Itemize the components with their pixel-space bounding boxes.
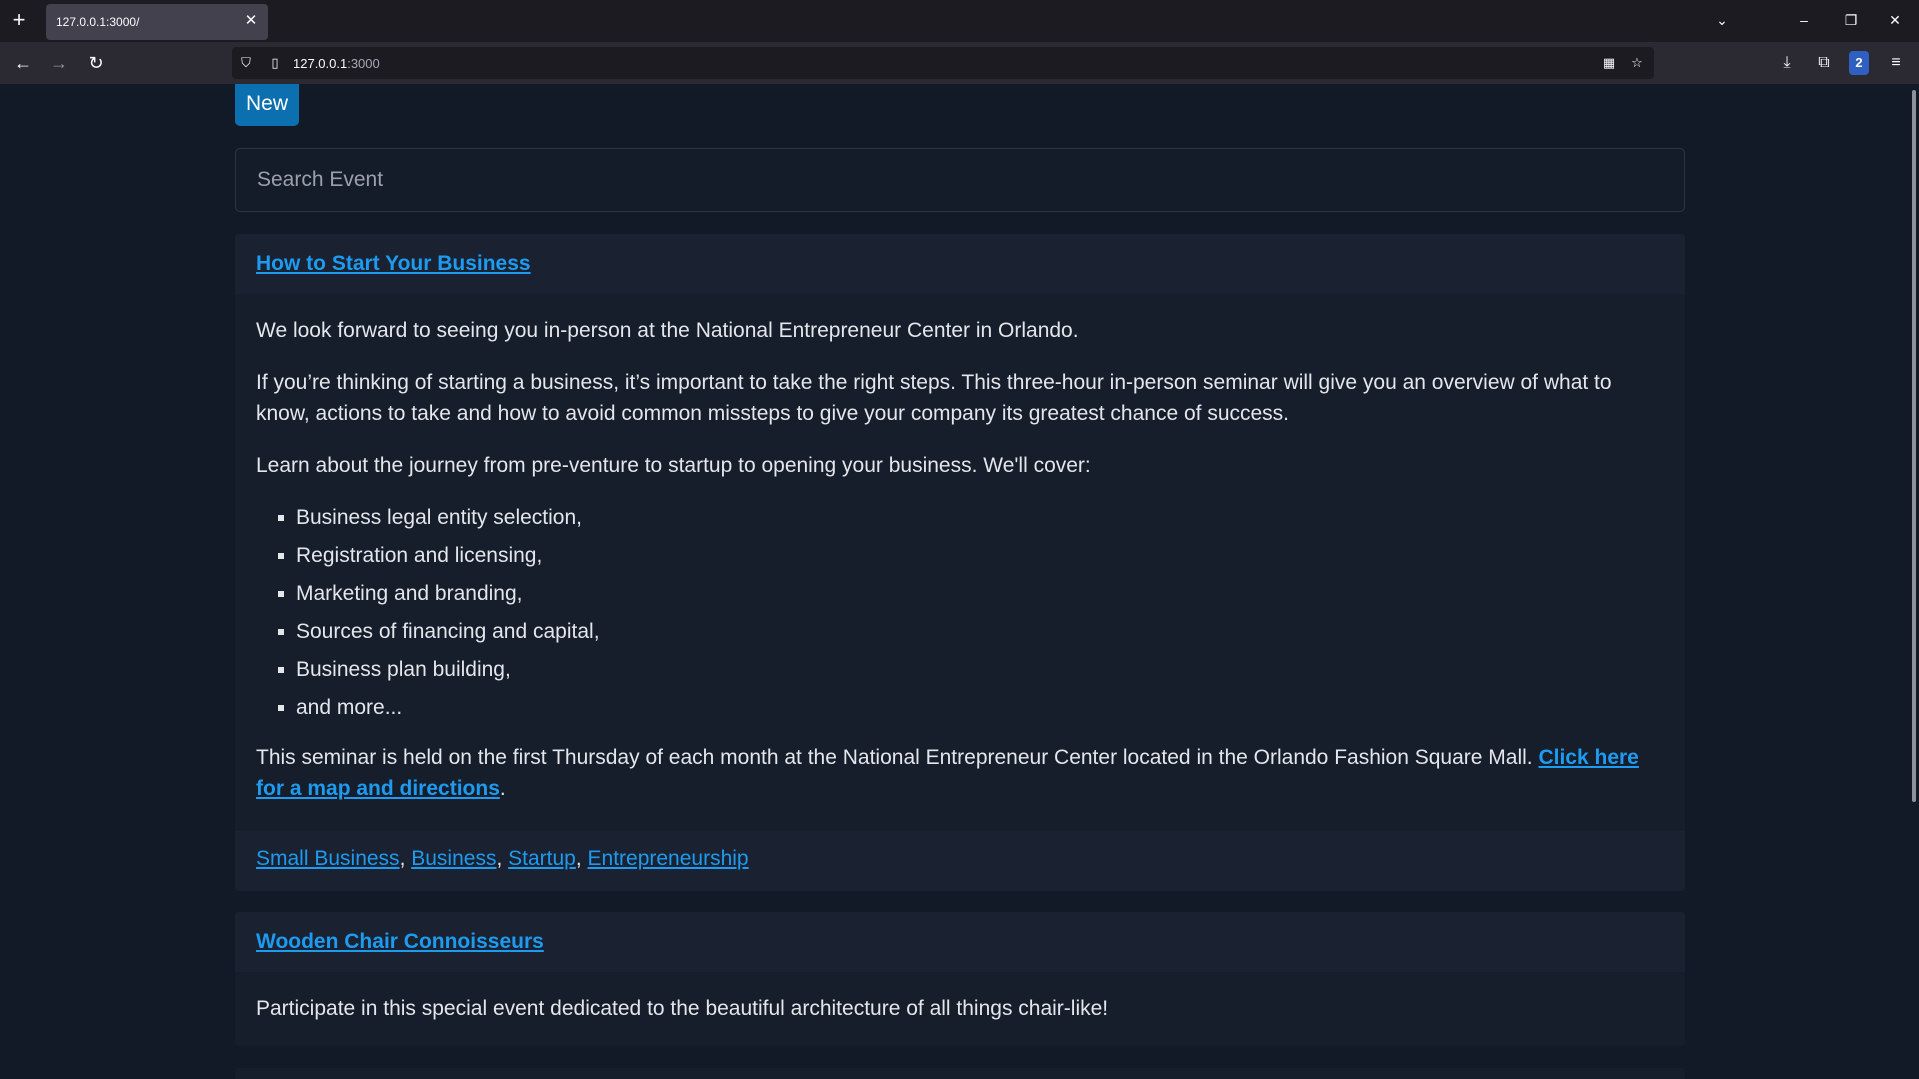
restore-icon[interactable]: ❐ bbox=[1836, 8, 1866, 32]
list-all-tabs-icon[interactable]: ⌄ bbox=[1710, 8, 1734, 32]
list-item: Sources of financing and capital, bbox=[278, 616, 1666, 654]
event-paragraph: We look forward to seeing you in-person … bbox=[256, 319, 1079, 342]
close-window-icon[interactable]: ✕ bbox=[1880, 8, 1910, 32]
browser-tab-bar: + 127.0.0.1:3000/ ✕ ⌄ – ❐ ✕ bbox=[0, 0, 1919, 42]
url-text[interactable]: 127.0.0.1:3000 bbox=[293, 56, 380, 71]
search-event-input[interactable] bbox=[236, 149, 1684, 211]
new-event-button[interactable]: New bbox=[235, 84, 299, 126]
list-item: Registration and licensing, bbox=[278, 540, 1666, 578]
qr-code-icon[interactable]: ▦ bbox=[1600, 54, 1618, 72]
tag-separator: , bbox=[399, 847, 412, 870]
browser-tab[interactable]: 127.0.0.1:3000/ ✕ bbox=[46, 4, 268, 40]
page-viewport: New How to Start Your Business We look f… bbox=[0, 84, 1919, 1079]
extension-badge-icon[interactable]: 2 bbox=[1849, 51, 1869, 75]
closing-period: . bbox=[499, 777, 506, 800]
back-icon[interactable]: ← bbox=[10, 50, 36, 76]
page-info-icon[interactable]: ▯ bbox=[266, 54, 284, 72]
downloads-icon[interactable]: ⤓ bbox=[1775, 51, 1799, 75]
closing-text: This seminar is held on the first Thursd… bbox=[256, 746, 1539, 769]
event-card-footer: Small Business, Business, Startup, Entre… bbox=[235, 831, 1685, 891]
list-item: Business legal entity selection, bbox=[278, 502, 1666, 540]
event-description: We look forward to seeing you in-person … bbox=[256, 294, 1666, 804]
forward-icon[interactable]: → bbox=[46, 50, 72, 76]
minimize-icon[interactable]: – bbox=[1789, 8, 1819, 32]
menu-icon[interactable]: ≡ bbox=[1884, 51, 1908, 75]
address-bar[interactable]: ⛉ ▯ 127.0.0.1:3000 ▦ ☆ bbox=[232, 47, 1654, 79]
tab-title: 127.0.0.1:3000/ bbox=[56, 15, 140, 29]
reload-icon[interactable]: ↻ bbox=[83, 50, 109, 76]
event-card: How to Start Your Business We look forwa… bbox=[235, 234, 1685, 891]
close-tab-icon[interactable]: ✕ bbox=[242, 12, 260, 30]
event-card: Wooden Chair Connoisseurs Participate in… bbox=[235, 912, 1685, 1046]
event-card-header: Wooden Chair Connoisseurs bbox=[235, 912, 1685, 972]
event-description: Participate in this special event dedica… bbox=[256, 972, 1666, 1024]
tag-link-business[interactable]: Business bbox=[411, 847, 496, 870]
page-scrollbar[interactable] bbox=[1912, 90, 1916, 802]
topics-list: Business legal entity selection, Registr… bbox=[256, 502, 1666, 730]
list-item: Marketing and branding, bbox=[278, 578, 1666, 616]
event-card bbox=[235, 1068, 1685, 1079]
tag-separator: , bbox=[496, 847, 509, 870]
tag-link-startup[interactable]: Startup bbox=[508, 847, 576, 870]
event-title-link[interactable]: Wooden Chair Connoisseurs bbox=[256, 930, 544, 954]
event-paragraph: Learn about the journey from pre-venture… bbox=[256, 454, 1091, 477]
search-box bbox=[235, 148, 1685, 212]
event-closing-paragraph: This seminar is held on the first Thursd… bbox=[256, 742, 1666, 804]
shield-icon[interactable]: ⛉ bbox=[237, 54, 255, 72]
tag-link-small-business[interactable]: Small Business bbox=[256, 847, 400, 870]
url-port: :3000 bbox=[347, 56, 380, 71]
browser-nav-bar: ← → ↻ ⛉ ▯ 127.0.0.1:3000 ▦ ☆ ⤓ ⧉ 2 ≡ bbox=[0, 42, 1919, 84]
url-host: 127.0.0.1 bbox=[293, 56, 348, 71]
new-tab-icon[interactable]: + bbox=[6, 8, 32, 34]
event-card-header: How to Start Your Business bbox=[235, 234, 1685, 294]
tag-separator: , bbox=[575, 847, 588, 870]
event-paragraph: If you’re thinking of starting a busines… bbox=[256, 371, 1612, 425]
list-item: and more... bbox=[278, 692, 1666, 730]
event-tags: Small Business, Business, Startup, Entre… bbox=[256, 847, 749, 871]
bookmark-star-icon[interactable]: ☆ bbox=[1628, 54, 1646, 72]
list-item: Business plan building, bbox=[278, 654, 1666, 692]
tag-link-entrepreneurship[interactable]: Entrepreneurship bbox=[588, 847, 749, 870]
extensions-icon[interactable]: ⧉ bbox=[1812, 51, 1836, 75]
event-paragraph: Participate in this special event dedica… bbox=[256, 997, 1109, 1020]
event-title-link[interactable]: How to Start Your Business bbox=[256, 252, 531, 276]
